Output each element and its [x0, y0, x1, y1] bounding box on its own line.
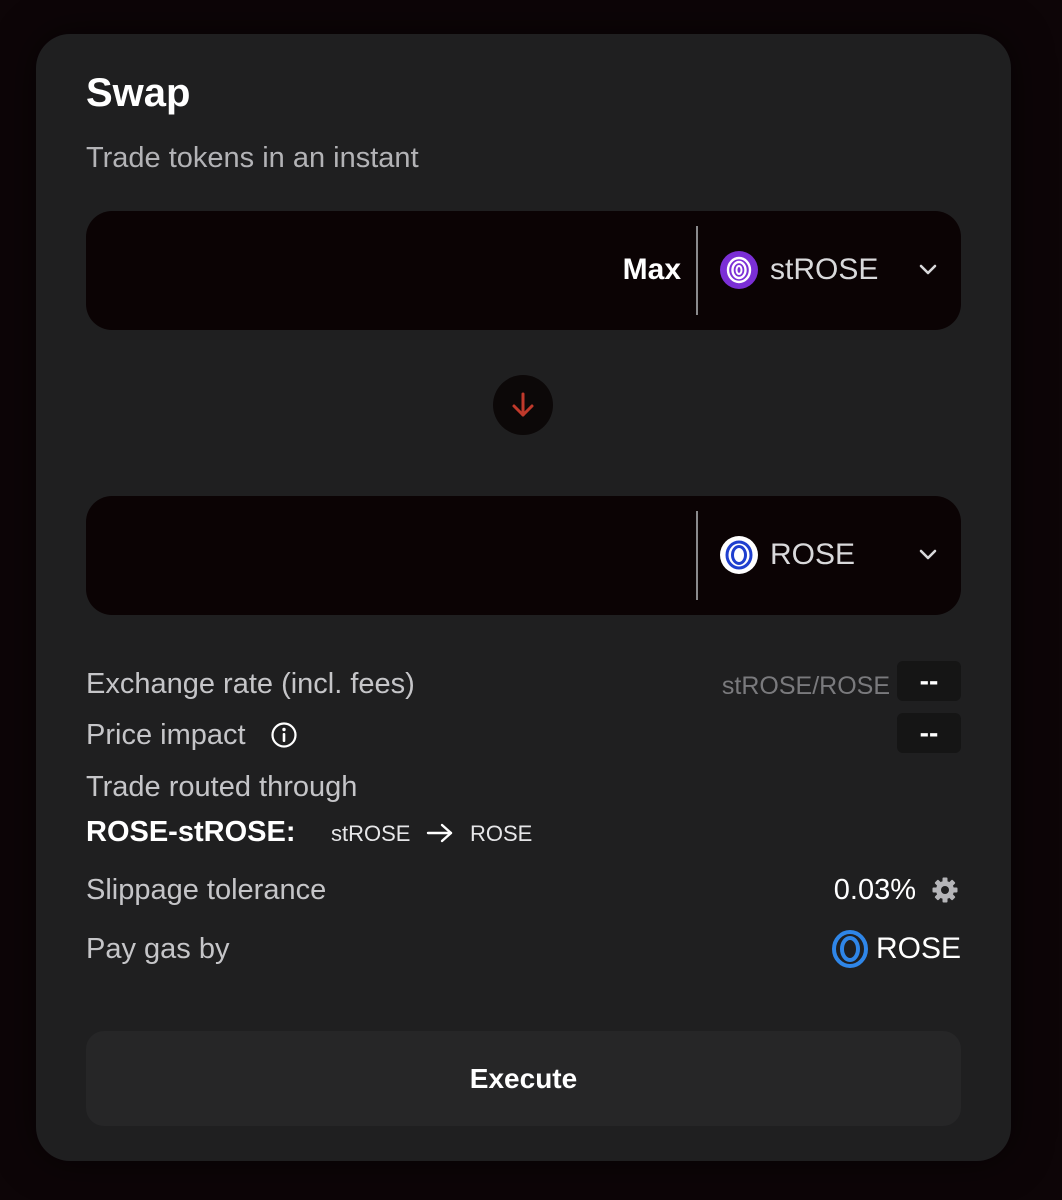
from-token-box: Max stROSE — [86, 211, 961, 330]
route-pool-name: ROSE-stROSE: — [86, 816, 296, 848]
gear-icon[interactable] — [931, 876, 959, 904]
chevron-down-icon — [919, 549, 937, 560]
from-token-symbol: stROSE — [770, 253, 879, 286]
route-to-token: ROSE — [470, 821, 533, 846]
gas-label: Pay gas by — [86, 933, 230, 965]
page-title: Swap — [86, 71, 191, 115]
execute-button[interactable]: Execute — [86, 1031, 961, 1126]
to-token-box: ROSE — [86, 496, 961, 615]
swap-card: Swap Trade tokens in an instant Max stRO… — [36, 34, 1011, 1161]
route-label: Trade routed through — [86, 771, 358, 803]
slippage-value: 0.03% — [833, 874, 916, 906]
gas-token: ROSE — [875, 932, 961, 965]
chevron-down-icon — [919, 264, 937, 275]
to-token-symbol: ROSE — [770, 538, 856, 571]
to-amount-input[interactable] — [110, 526, 594, 588]
rose-gas-icon — [832, 930, 868, 968]
max-button[interactable]: Max — [623, 248, 681, 292]
exchange-rate-value: -- — [897, 661, 961, 701]
arrow-down-icon — [512, 392, 534, 417]
route-from-token: stROSE — [331, 821, 411, 846]
strose-token-icon — [720, 251, 758, 289]
rose-token-icon — [720, 536, 758, 574]
slippage-label: Slippage tolerance — [86, 874, 327, 906]
page-subtitle: Trade tokens in an instant — [86, 142, 419, 174]
price-impact-label: Price impact — [86, 719, 246, 751]
exchange-rate-unit: stROSE/ROSE — [721, 672, 890, 700]
exchange-rate-label: Exchange rate (incl. fees) — [86, 668, 415, 700]
arrow-right-icon — [426, 823, 453, 843]
swap-direction-button[interactable] — [493, 375, 553, 435]
to-token-select[interactable]: ROSE — [698, 496, 961, 615]
price-impact-value: -- — [897, 713, 961, 753]
info-icon[interactable] — [270, 721, 298, 749]
from-amount-input[interactable] — [110, 241, 594, 303]
from-token-select[interactable]: stROSE — [698, 211, 961, 330]
